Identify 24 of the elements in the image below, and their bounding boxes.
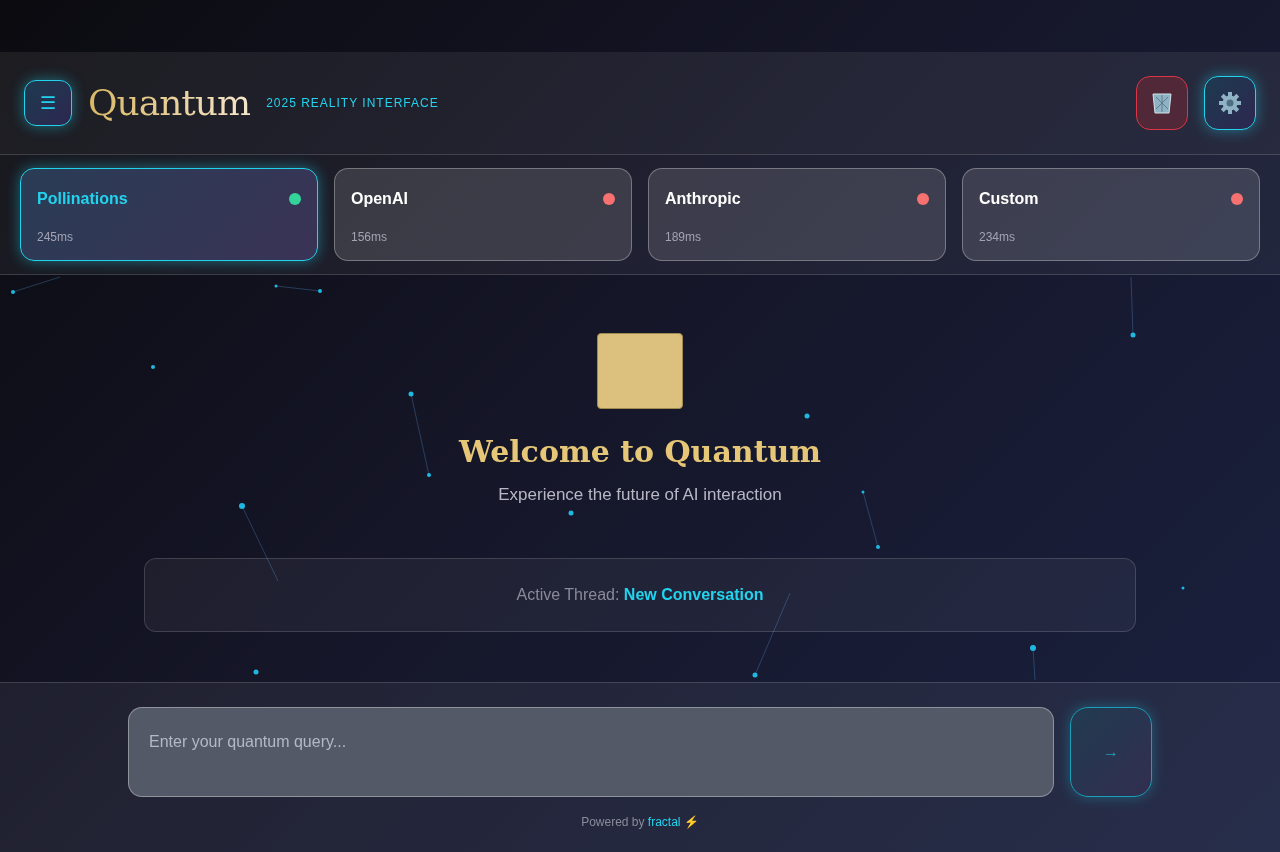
settings-button[interactable] [1204, 76, 1256, 130]
powered-by-text: Powered by fractal ⚡ [580, 814, 700, 831]
provider-name: Pollinations [37, 189, 128, 209]
tagline: 2025 REALITY INTERFACE [266, 95, 439, 112]
latency-text: 189ms [665, 229, 703, 246]
provider-card[interactable]: Anthropic 189ms [648, 168, 946, 261]
provider-card[interactable]: Custom 234ms [962, 168, 1260, 261]
provider-name: OpenAI [351, 189, 408, 209]
provider-name: Custom [979, 189, 1039, 209]
fractal-link[interactable]: fractal [647, 815, 681, 829]
welcome-title: Welcome to Quantum [458, 433, 822, 471]
trash-icon [1151, 91, 1173, 115]
latency-text: 156ms [351, 229, 389, 246]
provider-card[interactable]: Pollinations 245ms [20, 168, 318, 261]
delete-button[interactable] [1136, 76, 1188, 130]
welcome-subtitle: Experience the future of AI interaction [498, 484, 782, 506]
provider-name: Anthropic [665, 189, 741, 209]
active-thread-text: Active Thread: New Conversation [516, 584, 764, 605]
menu-button[interactable]: ☰ [24, 80, 72, 126]
latency-text: 245ms [37, 229, 75, 246]
provider-card[interactable]: OpenAI 156ms [334, 168, 632, 261]
query-input[interactable]: Enter your quantum query... [128, 707, 1054, 797]
latency-text: 234ms [979, 229, 1017, 246]
send-button[interactable]: → [1070, 707, 1152, 797]
